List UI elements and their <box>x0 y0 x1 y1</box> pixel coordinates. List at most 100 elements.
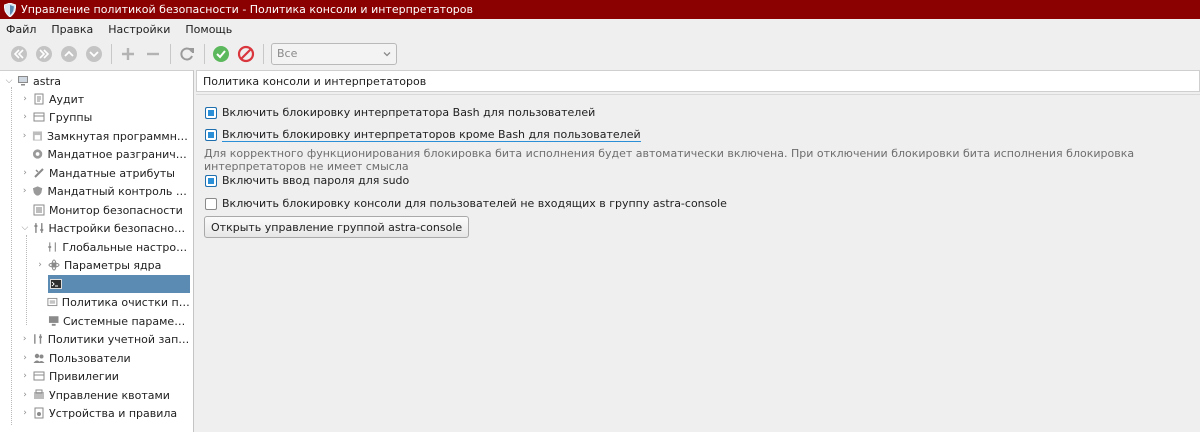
chevron-right-icon[interactable]: › <box>20 168 30 178</box>
sudo-password-option[interactable]: Включить ввод пароля для sudo <box>205 174 409 187</box>
tree-item-quotas[interactable]: › Управление квотами <box>20 386 190 404</box>
up-icon <box>61 45 77 62</box>
security-settings-icon <box>34 223 43 233</box>
tree-item-mandatory-access[interactable]: Мандатное разграничен... <box>20 145 190 163</box>
filter-value: Все <box>277 47 298 60</box>
memory-cleanup-icon <box>47 297 58 307</box>
tree-item-users[interactable]: › Пользователи <box>20 349 190 367</box>
bash-lock-checkbox[interactable] <box>205 106 217 119</box>
tree-label: Политики учетной записи <box>47 332 190 346</box>
chevron-down-icon <box>383 51 391 56</box>
menu-file[interactable]: Файл <box>6 23 36 36</box>
kernel-params-icon <box>48 259 60 271</box>
down-button[interactable] <box>83 43 105 65</box>
tree-item-kernel-params[interactable]: › Параметры ядра <box>35 256 190 274</box>
security-monitor-icon <box>33 204 45 216</box>
open-astra-console-group-button[interactable]: Открыть управление группой astra-console <box>204 216 470 238</box>
tree-item-global-settings[interactable]: Глобальные настройк... <box>35 238 190 256</box>
window-title: Управление политикой безопасности - Поли… <box>21 3 473 16</box>
chevron-right-icon[interactable]: › <box>20 131 29 141</box>
integrity-control-icon <box>33 186 43 196</box>
tree-label: Привилегии <box>49 369 119 383</box>
tree-root-astra[interactable]: ⌵ astra <box>4 72 190 90</box>
account-policy-icon <box>34 334 43 344</box>
computer-icon <box>18 76 28 86</box>
tree-label: Пользователи <box>49 351 131 365</box>
tree-item-integrity-control[interactable]: › Мандатный контроль це... <box>20 182 190 200</box>
chevron-right-icon[interactable]: › <box>20 408 30 418</box>
menu-edit[interactable]: Правка <box>51 23 93 36</box>
mandatory-attributes-icon <box>34 168 44 178</box>
audit-icon <box>34 93 44 105</box>
tree-item-groups[interactable]: › Группы <box>20 108 190 126</box>
tree-item-console-policy[interactable] <box>48 275 190 293</box>
cancel-button[interactable] <box>235 43 257 65</box>
devices-icon <box>34 407 44 419</box>
tree-item-closed-software[interactable]: › Замкнутая программная ... <box>20 127 190 145</box>
policy-header: Политика консоли и интерпретаторов <box>196 70 1200 92</box>
quotas-icon <box>34 389 44 399</box>
tree-label: Монитор безопасности <box>49 203 183 217</box>
sidebar-tree[interactable]: ⌵ astra › Аудит › Группы › Замкнутая про… <box>0 70 194 432</box>
tree-label: Параметры ядра <box>64 258 162 272</box>
menu-help[interactable]: Помощь <box>185 23 232 36</box>
tree-label: Замкнутая программная ... <box>47 129 190 143</box>
policy-title: Политика консоли и интерпретаторов <box>203 74 427 88</box>
back-button[interactable] <box>8 43 30 65</box>
other-interpreters-lock-checkbox[interactable] <box>205 129 217 141</box>
sudo-password-checkbox[interactable] <box>205 174 217 187</box>
toolbar-separator <box>263 43 264 64</box>
remove-button[interactable] <box>142 43 164 65</box>
tree-item-mandatory-attributes[interactable]: › Мандатные атрибуты <box>20 164 190 182</box>
tree-guide <box>26 235 27 325</box>
console-icon <box>50 279 62 289</box>
toolbar-separator <box>204 43 205 64</box>
chevron-right-icon[interactable]: › <box>20 94 30 104</box>
tree-item-security-monitor[interactable]: Монитор безопасности <box>20 201 190 219</box>
menu-bar: Файл Правка Настройки Помощь <box>0 19 1200 39</box>
filter-combobox[interactable]: Все <box>271 42 397 65</box>
apply-button[interactable] <box>210 43 232 65</box>
console-lock-checkbox[interactable] <box>205 197 217 210</box>
users-icon <box>33 353 45 363</box>
forward-icon <box>36 45 52 62</box>
chevron-down-icon[interactable]: ⌵ <box>20 223 30 233</box>
refresh-button[interactable] <box>176 43 198 65</box>
other-interpreters-lock-option[interactable]: Включить блокировку интерпретаторов кром… <box>205 128 641 142</box>
tree-label: astra <box>33 74 62 88</box>
sudo-password-label: Включить ввод пароля для sudo <box>222 174 410 187</box>
tree-item-memory-cleanup[interactable]: Политика очистки пам... <box>35 293 190 311</box>
tree-label: Мандатный контроль це... <box>47 184 191 198</box>
shield-app-icon <box>3 2 17 17</box>
remove-icon <box>147 52 159 55</box>
chevron-right-icon[interactable]: › <box>20 186 29 196</box>
chevron-right-icon[interactable]: › <box>20 353 30 363</box>
tree-item-audit[interactable]: › Аудит <box>20 90 190 108</box>
chevron-right-icon[interactable]: › <box>20 112 30 122</box>
chevron-right-icon[interactable]: › <box>20 334 29 344</box>
add-icon <box>122 47 134 60</box>
groups-icon <box>33 112 45 122</box>
forward-button[interactable] <box>33 43 55 65</box>
chevron-down-icon[interactable]: ⌵ <box>4 76 14 86</box>
tree-item-account-policy[interactable]: › Политики учетной записи <box>20 330 190 348</box>
chevron-right-icon[interactable]: › <box>35 260 45 270</box>
tree-label: Аудит <box>49 92 85 106</box>
tree-label: Устройства и правила <box>49 406 178 420</box>
tree-label: Глобальные настройк... <box>62 240 190 254</box>
tree-item-system-params[interactable]: Системные параметры <box>35 312 190 330</box>
tree-label: Политика очистки пам... <box>61 295 190 309</box>
mandatory-access-icon <box>33 149 43 159</box>
bash-lock-option[interactable]: Включить блокировку интерпретатора Bash … <box>205 106 595 119</box>
tree-item-devices[interactable]: › Устройства и правила <box>20 404 190 422</box>
console-lock-option[interactable]: Включить блокировку консоли для пользова… <box>205 197 727 210</box>
toolbar: Все <box>0 39 1200 68</box>
tree-item-privileges[interactable]: › Привилегии <box>20 367 190 385</box>
back-icon <box>11 45 27 62</box>
add-button[interactable] <box>117 43 139 65</box>
chevron-right-icon[interactable]: › <box>20 371 30 381</box>
up-button[interactable] <box>58 43 80 65</box>
chevron-right-icon[interactable]: › <box>20 390 30 400</box>
menu-settings[interactable]: Настройки <box>108 23 170 36</box>
tree-item-security-settings[interactable]: ⌵ Настройки безопасности <box>20 219 190 237</box>
